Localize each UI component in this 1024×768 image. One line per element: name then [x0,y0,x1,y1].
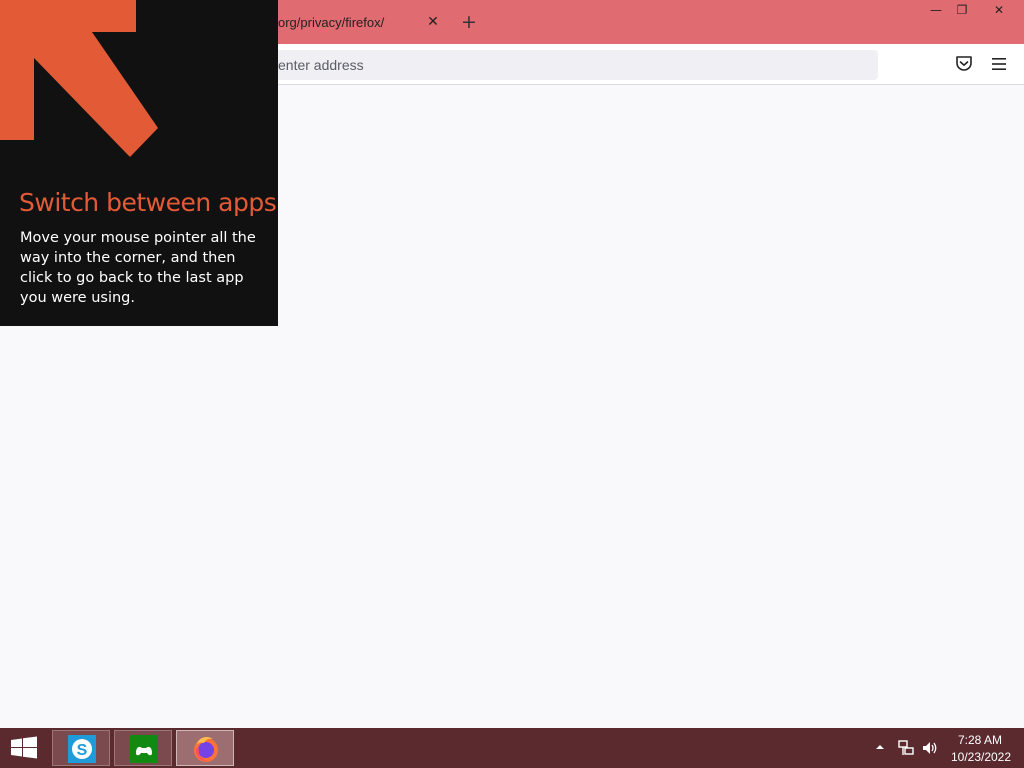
svg-text:S: S [77,742,88,759]
restore-button[interactable]: ❐ [946,0,978,22]
clock-date[interactable]: 10/23/2022 [946,750,1016,764]
menu-icon[interactable] [990,55,1008,73]
network-icon[interactable] [897,739,915,757]
firefox-icon [194,736,218,762]
new-tab-button[interactable]: + [459,11,479,33]
pocket-icon[interactable] [955,54,973,74]
xbox-games-icon [130,735,158,763]
address-bar-placeholder[interactable]: enter address [278,57,364,73]
window-close-button[interactable]: ✕ [980,0,1018,22]
taskbar: S 7:28 AM 10/23/2022 [0,728,1024,768]
clock-time[interactable]: 7:28 AM [946,733,1014,747]
volume-icon[interactable] [921,739,939,757]
skype-icon: S [68,735,96,763]
tab-close-button[interactable]: ✕ [424,12,442,32]
taskbar-xbox-games[interactable] [114,730,172,766]
tab-title[interactable]: org/privacy/firefox/ [278,15,384,30]
taskbar-skype[interactable]: S [52,730,110,766]
taskbar-firefox[interactable] [176,730,234,766]
tip-title: Switch between apps [19,188,277,217]
show-hidden-icons-chevron-icon[interactable] [874,741,886,753]
switch-apps-tip: Switch between apps Move your mouse poin… [0,0,278,326]
tip-body: Move your mouse pointer all the way into… [20,230,256,306]
windows-start-button[interactable] [0,728,48,768]
corner-arrow-icon [0,0,158,157]
